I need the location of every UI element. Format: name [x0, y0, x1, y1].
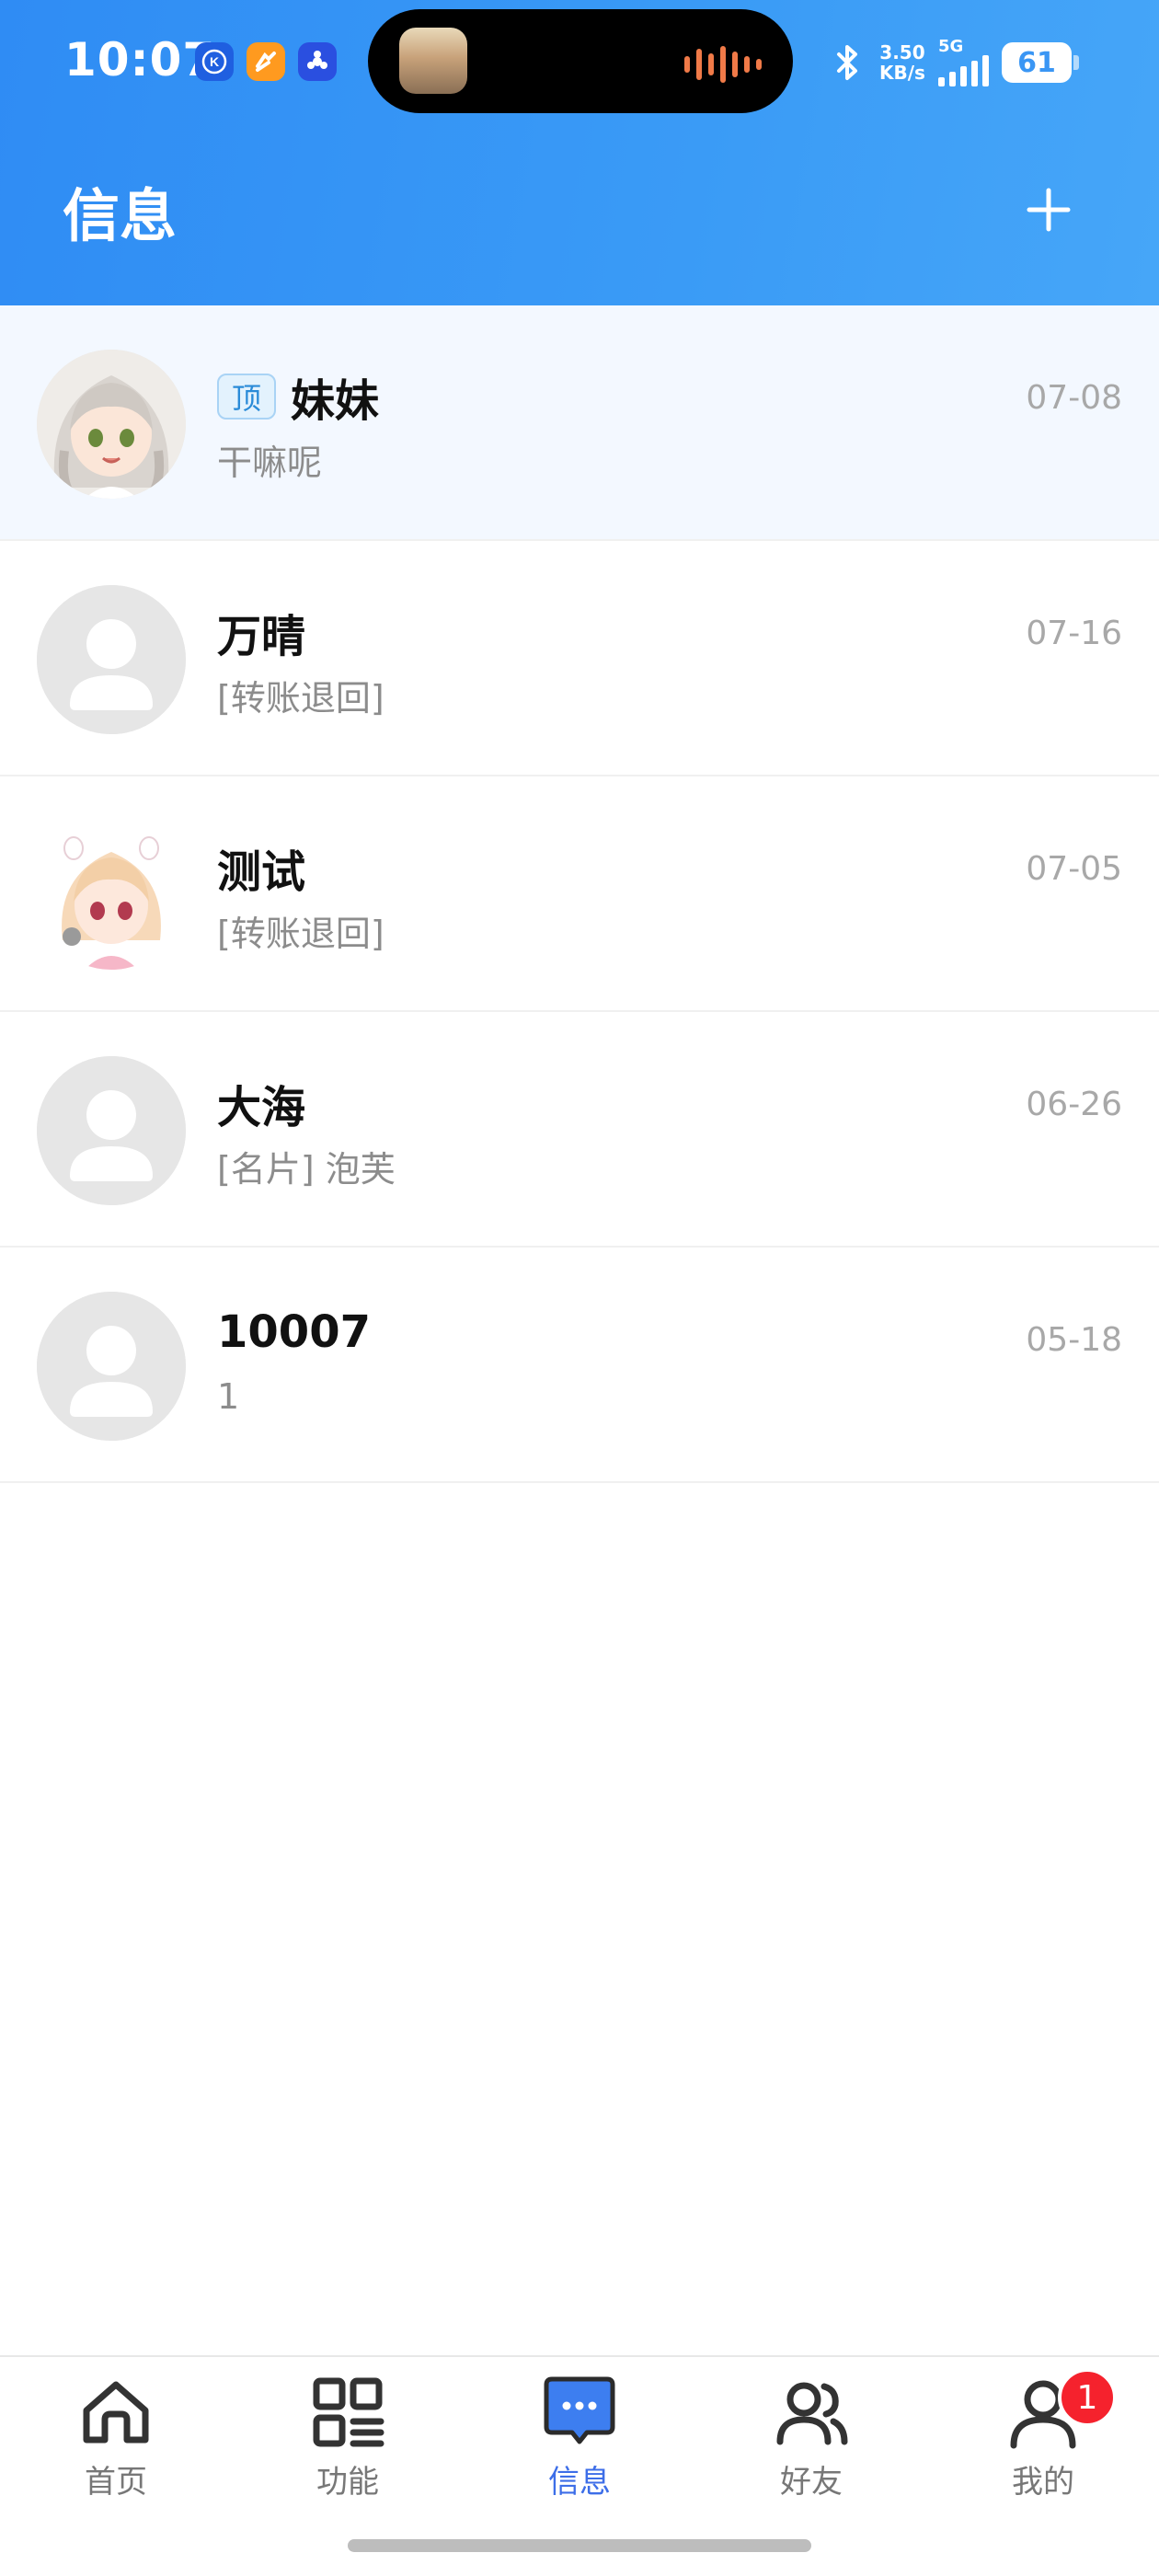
contact-name: 妹妹: [291, 375, 380, 427]
default-avatar-icon: [37, 585, 186, 734]
conversation-row[interactable]: 万晴 [转账退回] 07-16: [0, 541, 1159, 776]
avatar: [37, 350, 186, 499]
name-line: 万晴: [217, 600, 305, 664]
conversation-row[interactable]: 顶 妹妹 干嘛呢 07-08: [0, 305, 1159, 541]
message-preview: 干嘛呢: [217, 443, 323, 483]
battery-indicator: 61: [1001, 42, 1079, 83]
nav-features[interactable]: 功能: [274, 2374, 421, 2502]
cellular-signal: 5G: [937, 39, 989, 86]
grid-icon: [313, 2377, 384, 2447]
message-preview: 1: [217, 1376, 240, 1417]
nav-profile[interactable]: 我的 1: [970, 2368, 1117, 2502]
name-line: 测试: [217, 835, 305, 900]
home-icon: [83, 2381, 149, 2444]
orange-app-icon: [247, 42, 285, 81]
media-thumbnail: [399, 28, 467, 94]
avatar: [37, 821, 186, 970]
nav-messages[interactable]: 信息: [506, 2374, 653, 2502]
message-icon: [544, 2376, 615, 2444]
contact-name: 万晴: [217, 611, 306, 662]
name-line: 10007: [217, 1306, 371, 1358]
contact-name: 大海: [217, 1082, 306, 1133]
nav-home[interactable]: 首页: [42, 2374, 189, 2502]
dynamic-island[interactable]: [368, 9, 793, 113]
message-preview: [转账退回]: [217, 914, 384, 954]
conversation-row[interactable]: 10007 1 05-18: [0, 1248, 1159, 1483]
message-date: 06-26: [1026, 1086, 1122, 1123]
k-app-icon: K: [195, 42, 234, 81]
app-header: 10:07 K 3.50 KB/s 5G 61 信息: [0, 0, 1159, 305]
default-avatar-icon: [37, 1292, 186, 1441]
message-date: 07-08: [1026, 379, 1122, 417]
message-date: 05-18: [1026, 1321, 1122, 1359]
message-preview: [转账退回]: [217, 678, 384, 719]
conversation-row[interactable]: 测试 [转账退回] 07-05: [0, 776, 1159, 1012]
notification-icons: K: [195, 42, 337, 81]
conversation-list: 顶 妹妹 干嘛呢 07-08 万晴 [转账退回] 07-16 测试 [转账退回]…: [0, 305, 1159, 1483]
name-line: 大海: [217, 1071, 305, 1135]
status-time: 10:07: [64, 33, 216, 86]
conversation-row[interactable]: 大海 [名片] 泡芙 06-26: [0, 1012, 1159, 1248]
contact-name: 测试: [217, 846, 306, 898]
friends-icon: [776, 2382, 848, 2445]
blue-flower-app-icon: [298, 42, 337, 81]
message-date: 07-05: [1026, 850, 1122, 888]
default-avatar-icon: [37, 1056, 186, 1205]
nav-friends[interactable]: 好友: [738, 2374, 885, 2502]
add-button[interactable]: [1019, 180, 1078, 239]
status-right-icons: 3.50 KB/s 5G 61: [830, 35, 1079, 90]
signal-bars-icon: [937, 55, 989, 86]
contact-name: 10007: [217, 1306, 371, 1358]
audio-wave-icon: [684, 46, 762, 83]
notification-badge: 1: [1058, 2368, 1117, 2427]
network-speed: 3.50 KB/s: [879, 41, 925, 84]
pinned-tag: 顶: [217, 374, 277, 420]
home-indicator[interactable]: [348, 2539, 811, 2552]
bluetooth-icon: [837, 45, 857, 80]
message-date: 07-16: [1026, 615, 1122, 652]
page-title: 信息: [63, 182, 178, 249]
status-bar: 10:07 K 3.50 KB/s 5G 61: [0, 0, 1159, 121]
name-line: 顶 妹妹: [217, 364, 379, 429]
svg-text:K: K: [210, 54, 219, 69]
plus-icon: [1027, 188, 1071, 232]
message-preview: [名片] 泡芙: [217, 1149, 396, 1190]
